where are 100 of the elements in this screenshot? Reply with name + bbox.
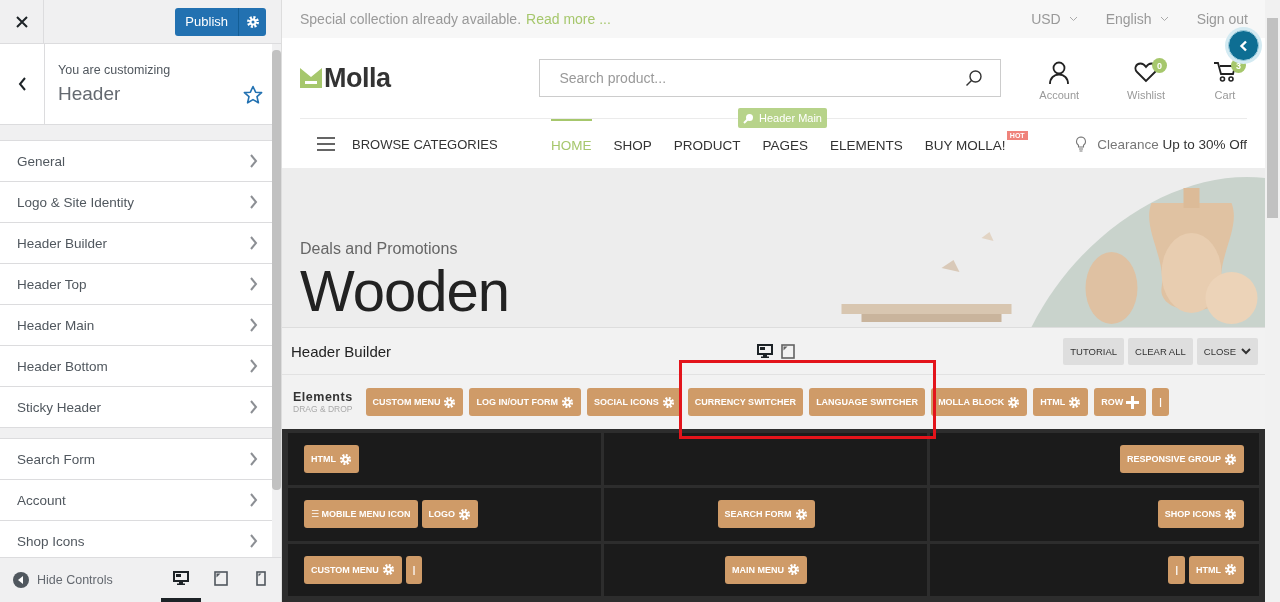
chevron-icon (249, 359, 258, 373)
element-chip[interactable]: | (1168, 555, 1185, 584)
chevron-icon (249, 277, 258, 291)
chevron-icon (249, 154, 258, 168)
collapse-button[interactable] (1228, 30, 1259, 61)
context-label: You are customizing (58, 63, 172, 77)
section-tooltip[interactable]: Header Main (738, 108, 827, 128)
element-chip[interactable]: HTML (1033, 388, 1089, 416)
element-chip[interactable]: LOG IN/OUT FORM (469, 388, 581, 416)
gear-icon (1007, 395, 1021, 409)
star-icon[interactable] (243, 85, 263, 105)
gear-icon (794, 508, 808, 521)
element-chip[interactable]: SHOP ICONS (1157, 500, 1244, 529)
sidebar-item[interactable]: Header Builder (0, 223, 272, 264)
chevron-icon (249, 236, 258, 250)
toolbar-button[interactable]: CLEAR ALL (1128, 337, 1193, 365)
count-badge: 0 (1152, 58, 1168, 73)
hero-subtitle: Deals and Promotions (300, 240, 459, 258)
logo-icon (300, 68, 322, 88)
search-icon[interactable] (965, 69, 984, 87)
gear-icon (560, 395, 574, 409)
desktop-icon (173, 571, 189, 585)
element-chip[interactable]: | (405, 555, 423, 584)
caret-icon (1159, 16, 1169, 22)
element-chip[interactable]: CUSTOM MENU (365, 388, 464, 416)
element-chip[interactable]: MAIN MENU (725, 555, 807, 584)
element-chip[interactable]: ☰ MOBILE MENU ICON (304, 500, 418, 529)
element-chip[interactable]: LANGUAGE SWITCHER (809, 388, 926, 416)
elements-hint: DRAG & DROP (293, 404, 353, 414)
site-logo[interactable]: Molla (300, 62, 540, 94)
gear-icon (1224, 452, 1237, 466)
language-dropdown[interactable]: English (1105, 11, 1169, 27)
tablet-icon (781, 343, 795, 359)
desktop-view-button[interactable] (757, 343, 773, 359)
cart-icon (1213, 61, 1237, 83)
hide-controls-button[interactable]: Hide Controls (0, 571, 119, 589)
nav-link[interactable]: SHOP (613, 119, 652, 169)
search-field[interactable]: Search product... (539, 59, 1002, 97)
element-chip[interactable]: HTML (304, 445, 359, 474)
tablet-icon (214, 570, 228, 586)
scrollbar-thumb[interactable] (1267, 18, 1278, 218)
promo-text: Clearance Up to 30% Off (1097, 136, 1247, 152)
element-chip[interactable]: SEARCH FORM (717, 500, 815, 529)
element-chip[interactable]: MOLLA BLOCK (931, 388, 1028, 416)
toolbar-button[interactable]: TUTORIAL (1063, 337, 1125, 365)
gear-icon (245, 14, 260, 29)
sidebar-item[interactable]: Header Main (0, 305, 272, 346)
lightbulb-icon (1075, 136, 1088, 152)
sidebar-item[interactable]: Sticky Header (0, 387, 272, 428)
gear-icon (339, 452, 352, 466)
chevron-icon (249, 452, 258, 466)
chevron-icon (249, 493, 258, 507)
element-chip[interactable]: LOGO (421, 500, 479, 529)
gear-icon (443, 395, 457, 409)
user-icon (1048, 61, 1071, 85)
hero-title: Wooden (300, 262, 510, 320)
arrow-left-circle-icon (13, 572, 29, 588)
wishlist-link[interactable]: 0 Wishlist (1117, 55, 1175, 101)
nav-link[interactable]: ELEMENTS (830, 119, 903, 169)
context-title: Header (58, 83, 122, 105)
publish-button[interactable]: Publish (175, 7, 238, 36)
element-chip[interactable]: CURRENCY SWITCHER (687, 388, 804, 416)
chevron-icon (249, 534, 258, 548)
gear-icon (661, 395, 675, 409)
browse-categories-button[interactable]: BROWSE CATEGORIES (300, 136, 551, 152)
scrollbar-thumb[interactable] (272, 50, 281, 490)
sidebar-item[interactable]: Logo & Site Identity (0, 182, 272, 223)
element-chip[interactable]: RESPONSIVE GROUP (1119, 445, 1244, 474)
sidebar-item[interactable]: Search Form (0, 439, 272, 480)
sidebar-item[interactable]: General (0, 141, 272, 182)
close-icon (15, 15, 28, 28)
toolbar-button[interactable]: CLOSE (1196, 337, 1258, 365)
element-chip[interactable]: ROW (1094, 388, 1147, 416)
gear-icon (1224, 508, 1237, 521)
sidebar-item[interactable]: Header Top (0, 264, 272, 305)
publish-settings-button[interactable] (238, 7, 266, 36)
element-chip[interactable]: HTML (1189, 555, 1244, 584)
chevron-icon (249, 400, 258, 414)
sidebar-item[interactable]: Shop Icons (0, 521, 272, 557)
plus-icon (1126, 395, 1140, 409)
announcement-text: Special collection already available. (300, 11, 522, 27)
builder-title: Header Builder (291, 342, 393, 360)
heart-icon (1134, 61, 1159, 83)
gear-icon (1224, 563, 1237, 577)
element-chip[interactable]: | (1152, 388, 1169, 416)
sign-out-link[interactable]: Sign out (1196, 11, 1248, 27)
tablet-view-button[interactable] (781, 343, 795, 359)
nav-link[interactable]: PRODUCT (673, 119, 741, 169)
account-link[interactable]: Account (1029, 55, 1090, 101)
mobile-icon (256, 570, 266, 586)
currency-dropdown[interactable]: USD (1031, 11, 1078, 27)
gear-icon (1068, 395, 1082, 409)
desktop-icon (757, 344, 773, 358)
gear-icon (458, 508, 472, 521)
sidebar-item[interactable]: Account (0, 480, 272, 521)
read-more-link[interactable]: Read more ... (526, 11, 611, 27)
element-chip[interactable]: CUSTOM MENU (304, 555, 402, 584)
sidebar-item[interactable]: Header Bottom (0, 346, 272, 387)
chevron-icon (249, 195, 258, 209)
element-chip[interactable]: SOCIAL ICONS (586, 388, 682, 416)
